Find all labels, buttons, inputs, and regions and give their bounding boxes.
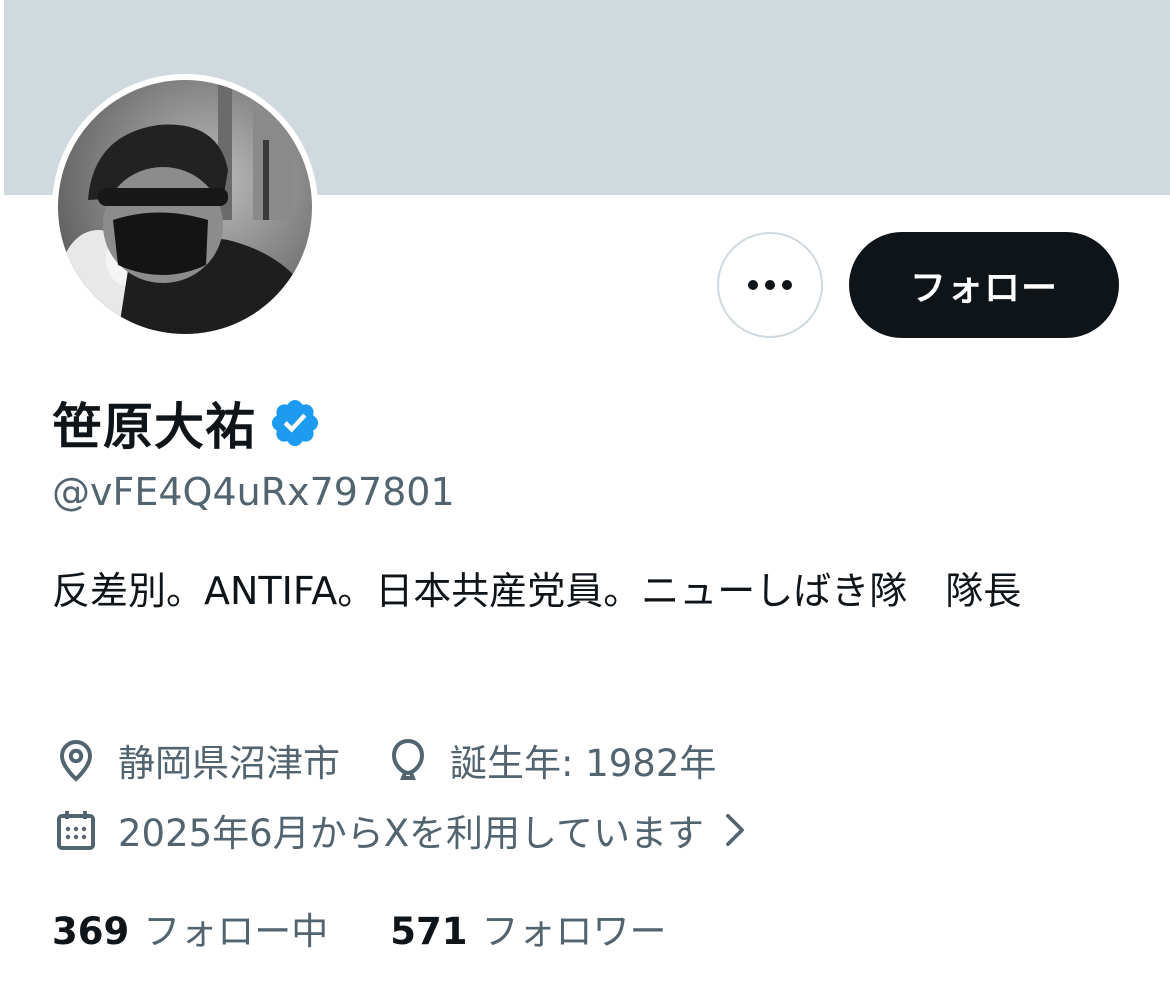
- name-row: 笹原大祐: [52, 388, 322, 458]
- following-label: フォロー中: [143, 910, 329, 953]
- follow-stats: 369 フォロー中 571 フォロワー: [52, 900, 666, 956]
- follow-button[interactable]: フォロー: [849, 232, 1119, 338]
- profile-handle: @vFE4Q4uRx797801: [52, 470, 455, 514]
- joined-row[interactable]: 2025年6月からXを利用しています: [52, 802, 752, 858]
- joined-item[interactable]: 2025年6月からXを利用しています: [52, 803, 752, 857]
- followers-stat[interactable]: 571 フォロワー: [390, 901, 666, 955]
- verified-badge-icon[interactable]: [268, 396, 322, 450]
- birth-item: 誕生年: 1982年: [384, 733, 716, 787]
- balloon-icon: [391, 738, 425, 780]
- more-horizontal-icon: [748, 280, 792, 290]
- follow-button-label: フォロー: [909, 268, 1058, 309]
- joined-text: 2025年6月からXを利用しています: [118, 812, 704, 855]
- display-name: 笹原大祐: [52, 398, 256, 456]
- following-stat[interactable]: 369 フォロー中: [52, 901, 328, 955]
- profile-meta-row: 静岡県沼津市 誕生年: 1982年: [52, 732, 716, 788]
- calendar-icon: [57, 811, 95, 850]
- avatar-image: [58, 80, 312, 334]
- following-count: 369: [52, 910, 130, 953]
- followers-label: フォロワー: [481, 910, 667, 953]
- more-options-button[interactable]: [717, 232, 823, 338]
- location-text: 静岡県沼津市: [118, 742, 340, 785]
- chevron-right-icon: [726, 813, 744, 847]
- location-pin-icon: [59, 740, 93, 782]
- location-item: 静岡県沼津市: [52, 733, 340, 787]
- profile-bio: 反差別。ANTIFA。日本共産党員。ニューしばき隊 隊長: [52, 569, 1022, 613]
- followers-count: 571: [390, 910, 468, 953]
- profile-avatar[interactable]: [52, 74, 318, 340]
- birth-text: 誕生年: 1982年: [450, 742, 717, 785]
